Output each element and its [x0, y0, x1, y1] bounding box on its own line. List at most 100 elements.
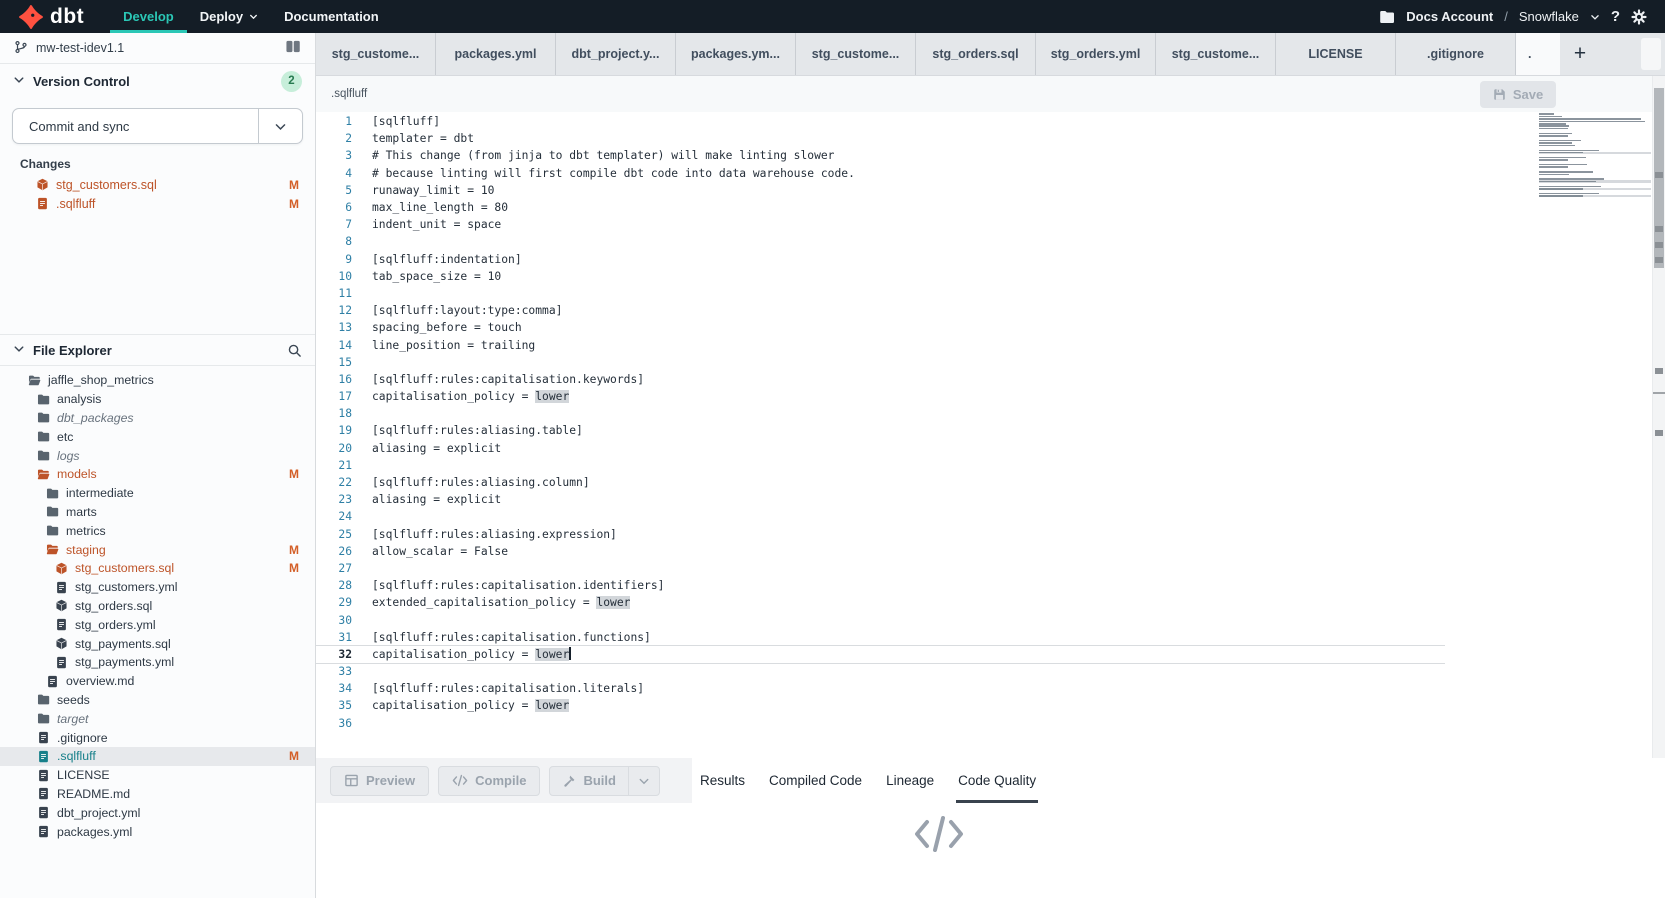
file-tree-item-models[interactable]: modelsM: [0, 465, 315, 484]
code-line-20[interactable]: 20aliasing = explicit: [316, 440, 1445, 457]
account-name[interactable]: Docs Account: [1406, 9, 1493, 24]
code-line-22[interactable]: 22[sqlfluff:rules:aliasing.column]: [316, 474, 1445, 491]
scrollbar-thumb[interactable]: [1654, 88, 1664, 268]
nav-item-develop[interactable]: Develop: [110, 0, 187, 33]
code-line-21[interactable]: 21: [316, 457, 1445, 474]
connection-name[interactable]: Snowflake: [1519, 9, 1579, 24]
version-control-header[interactable]: Version Control 2: [0, 64, 315, 98]
file-tree-item-stg_customers.sql[interactable]: stg_customers.sqlM: [0, 559, 315, 578]
chevron-down-icon[interactable]: [1590, 12, 1600, 22]
changed-file-stg_customers.sql[interactable]: stg_customers.sqlM: [0, 175, 315, 194]
file-tree-item-LICENSE[interactable]: LICENSE: [0, 766, 315, 785]
file-tree-item-seeds[interactable]: seeds: [0, 691, 315, 710]
code-line-33[interactable]: 33: [316, 663, 1445, 680]
code-line-8[interactable]: 8: [316, 233, 1445, 250]
code-line-7[interactable]: 7indent_unit = space: [316, 216, 1445, 233]
minimap[interactable]: [1539, 113, 1651, 200]
file-tree-item-stg_orders.sql[interactable]: stg_orders.sql: [0, 597, 315, 616]
panel-tab-results[interactable]: Results: [698, 758, 747, 803]
file-tree-item-metrics[interactable]: metrics: [0, 521, 315, 540]
code-line-10[interactable]: 10tab_space_size = 10: [316, 268, 1445, 285]
code-line-6[interactable]: 6max_line_length = 80: [316, 199, 1445, 216]
tab-scroll-button[interactable]: [1641, 38, 1661, 70]
build-options-caret[interactable]: [628, 767, 659, 795]
code-line-16[interactable]: 16[sqlfluff:rules:capitalisation.keyword…: [316, 371, 1445, 388]
file-tree-item-stg_payments.yml[interactable]: stg_payments.yml: [0, 653, 315, 672]
panel-tab-code-quality[interactable]: Code Quality: [956, 758, 1038, 803]
new-tab-button[interactable]: +: [1560, 33, 1600, 75]
code-line-25[interactable]: 25[sqlfluff:rules:aliasing.expression]: [316, 526, 1445, 543]
dbt-logo[interactable]: dbt: [0, 0, 84, 33]
code-line-17[interactable]: 17capitalisation_policy = lower: [316, 388, 1445, 405]
panel-tab-lineage[interactable]: Lineage: [884, 758, 936, 803]
code-line-35[interactable]: 35capitalisation_policy = lower: [316, 697, 1445, 714]
code-line-18[interactable]: 18: [316, 405, 1445, 422]
code-line-19[interactable]: 19[sqlfluff:rules:aliasing.table]: [316, 422, 1445, 439]
file-tree-item-README.md[interactable]: README.md: [0, 785, 315, 804]
file-tree-item-dbt_project.yml[interactable]: dbt_project.yml: [0, 803, 315, 822]
search-icon[interactable]: [287, 343, 302, 358]
file-tree-item-target[interactable]: target: [0, 709, 315, 728]
editor-tab-3[interactable]: packages.ym...: [676, 33, 796, 75]
code-line-14[interactable]: 14line_position = trailing: [316, 336, 1445, 353]
file-tree-item-overview.md[interactable]: overview.md: [0, 672, 315, 691]
code-line-1[interactable]: 1[sqlfluff]: [316, 113, 1445, 130]
nav-item-deploy[interactable]: Deploy: [187, 0, 271, 33]
editor-tab-2[interactable]: dbt_project.y...: [556, 33, 676, 75]
code-line-5[interactable]: 5runaway_limit = 10: [316, 182, 1445, 199]
code-line-32[interactable]: 32capitalisation_policy = lower: [316, 646, 1445, 663]
file-tree-item-stg_payments.sql[interactable]: stg_payments.sql: [0, 634, 315, 653]
save-button[interactable]: Save: [1480, 81, 1556, 108]
code-line-36[interactable]: 36: [316, 715, 1445, 732]
editor-tab-9[interactable]: .gitignore: [1396, 33, 1516, 75]
code-line-31[interactable]: 31[sqlfluff:rules:capitalisation.functio…: [316, 629, 1445, 646]
code-line-15[interactable]: 15: [316, 354, 1445, 371]
file-explorer-header[interactable]: File Explorer: [0, 335, 315, 366]
changed-file-.sqlfluff[interactable]: .sqlfluffM: [0, 194, 315, 213]
file-tree-item-intermediate[interactable]: intermediate: [0, 484, 315, 503]
editor-tab-4[interactable]: stg_custome...: [796, 33, 916, 75]
code-line-12[interactable]: 12[sqlfluff:layout:type:comma]: [316, 302, 1445, 319]
editor-scrollbar[interactable]: [1652, 76, 1665, 758]
build-button[interactable]: Build: [550, 767, 628, 795]
code-line-28[interactable]: 28[sqlfluff:rules:capitalisation.identif…: [316, 577, 1445, 594]
editor-tab-8[interactable]: LICENSE: [1276, 33, 1396, 75]
gear-icon[interactable]: [1631, 9, 1647, 25]
panel-tab-compiled-code[interactable]: Compiled Code: [767, 758, 864, 803]
file-tree-item-stg_customers.yml[interactable]: stg_customers.yml: [0, 578, 315, 597]
code-line-26[interactable]: 26allow_scalar = False: [316, 543, 1445, 560]
code-line-13[interactable]: 13spacing_before = touch: [316, 319, 1445, 336]
code-line-24[interactable]: 24: [316, 508, 1445, 525]
file-tree-item-jaffle_shop_metrics[interactable]: jaffle_shop_metrics: [0, 371, 315, 390]
preview-button[interactable]: Preview: [330, 766, 429, 796]
help-icon[interactable]: ?: [1611, 8, 1620, 25]
file-tree-item-stg_orders.yml[interactable]: stg_orders.yml: [0, 615, 315, 634]
file-tree-item-marts[interactable]: marts: [0, 503, 315, 522]
file-tree-item-packages.yml[interactable]: packages.yml: [0, 822, 315, 841]
file-tree-item-.sqlfluff[interactable]: .sqlfluffM: [0, 747, 315, 766]
compile-button[interactable]: Compile: [438, 766, 540, 796]
code-line-11[interactable]: 11: [316, 285, 1445, 302]
code-line-29[interactable]: 29extended_capitalisation_policy = lower: [316, 594, 1445, 611]
tab-sqlfluff-partial[interactable]: .: [1516, 33, 1560, 75]
editor-tab-7[interactable]: stg_custome...: [1156, 33, 1276, 75]
commit-and-sync-button[interactable]: Commit and sync: [12, 108, 303, 144]
code-line-34[interactable]: 34[sqlfluff:rules:capitalisation.literal…: [316, 680, 1445, 697]
code-line-2[interactable]: 2templater = dbt: [316, 130, 1445, 147]
code-line-3[interactable]: 3# This change (from jinja to dbt templa…: [316, 147, 1445, 164]
file-tree-item-analysis[interactable]: analysis: [0, 390, 315, 409]
code-line-27[interactable]: 27: [316, 560, 1445, 577]
editor-tab-0[interactable]: stg_custome...: [316, 33, 436, 75]
editor-tab-6[interactable]: stg_orders.yml: [1036, 33, 1156, 75]
file-tree-item-staging[interactable]: stagingM: [0, 540, 315, 559]
file-tree-item-logs[interactable]: logs: [0, 446, 315, 465]
panel-layout-icon[interactable]: [285, 39, 301, 57]
file-tree-item-dbt_packages[interactable]: dbt_packages: [0, 409, 315, 428]
code-line-9[interactable]: 9[sqlfluff:indentation]: [316, 251, 1445, 268]
editor-tab-5[interactable]: stg_orders.sql: [916, 33, 1036, 75]
editor-tab-1[interactable]: packages.yml: [436, 33, 556, 75]
file-tree-item-etc[interactable]: etc: [0, 427, 315, 446]
file-tree-item-.gitignore[interactable]: .gitignore: [0, 728, 315, 747]
code-line-4[interactable]: 4# because linting will first compile db…: [316, 165, 1445, 182]
commit-options-caret[interactable]: [258, 109, 302, 143]
